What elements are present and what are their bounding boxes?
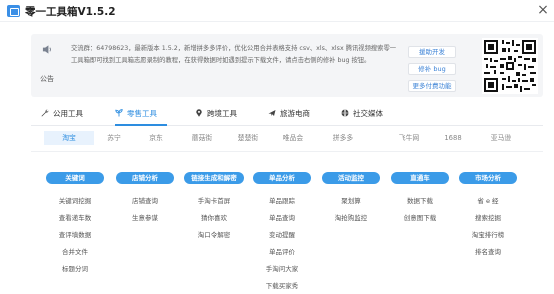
title-bar: 零一工具箱V1.5.2 × bbox=[0, 0, 554, 22]
ztc-column: 直通车 数据下载 创意图下载 bbox=[391, 172, 449, 227]
platform-amazon[interactable]: 亚马逊 bbox=[476, 131, 526, 145]
platform-jd[interactable]: 京东 bbox=[131, 131, 181, 145]
column-item[interactable]: 淘口令解密 bbox=[184, 227, 244, 244]
column-header[interactable]: 市场分析 bbox=[459, 172, 517, 184]
store-analysis-column: 店铺分析 店铺查询 生意参谋 bbox=[116, 172, 174, 227]
column-header[interactable]: 店铺分析 bbox=[116, 172, 174, 184]
column-item[interactable]: 变动提醒 bbox=[253, 227, 311, 244]
tab-public-tools[interactable]: 公用工具 bbox=[41, 108, 101, 126]
notice-text: 交流群：64798623，最新版本 1.5.2，新增拼多多评价，优化公用合并表格… bbox=[71, 45, 397, 64]
column-item[interactable]: 搜索挖掘 bbox=[459, 210, 517, 227]
activity-monitor-column: 活动监控 聚划算 淘抢购监控 bbox=[322, 172, 380, 227]
column-header[interactable]: 直通车 bbox=[391, 172, 449, 184]
market-analysis-column: 市场分析 省 e 经 搜索挖掘 淘宝排行榜 排名查询 bbox=[459, 172, 517, 261]
notice-label: 公告 bbox=[40, 75, 54, 83]
column-item[interactable]: 单品查询 bbox=[253, 210, 311, 227]
tool-tabs: 公用工具 零售工具 跨境工具 旅游电商 社交媒体 bbox=[31, 104, 543, 126]
tab-label: 旅游电商 bbox=[280, 109, 310, 118]
notice-header: 公告 bbox=[31, 34, 63, 97]
tab-travel-ecommerce[interactable]: 旅游电商 bbox=[268, 108, 324, 126]
platform-mogujie[interactable]: 蘑菇街 bbox=[177, 131, 227, 145]
globe-icon bbox=[341, 109, 349, 117]
platform-pinduoduo[interactable]: 拼多多 bbox=[318, 131, 368, 145]
tab-social-media[interactable]: 社交媒体 bbox=[341, 108, 393, 126]
app-logo-icon bbox=[7, 5, 20, 17]
tab-retail-tools[interactable]: 零售工具 bbox=[115, 108, 167, 126]
platform-taobao[interactable]: 淘宝 bbox=[44, 131, 94, 145]
column-header[interactable]: 活动监控 bbox=[322, 172, 380, 184]
donate-button[interactable]: 援助开发 bbox=[408, 46, 456, 58]
column-item[interactable]: 淘抢购监控 bbox=[322, 210, 380, 227]
column-item[interactable]: 手淘问大家 bbox=[253, 261, 311, 278]
fix-bug-button[interactable]: 修补 bug bbox=[408, 63, 456, 75]
column-item[interactable]: 手淘卡首屏 bbox=[184, 193, 244, 210]
column-item[interactable]: 创意图下载 bbox=[391, 210, 449, 227]
column-item[interactable]: 查评填数据 bbox=[46, 227, 104, 244]
qr-code bbox=[482, 38, 538, 94]
tab-label: 公用工具 bbox=[53, 109, 83, 118]
tab-label: 跨境工具 bbox=[207, 109, 237, 118]
link-column: 链接生成和解密 手淘卡首屏 猜你喜欢 淘口令解密 bbox=[184, 172, 244, 244]
platform-vip[interactable]: 唯品会 bbox=[268, 131, 318, 145]
tab-cross-border-tools[interactable]: 跨境工具 bbox=[195, 108, 247, 126]
window-title: 零一工具箱V1.5.2 bbox=[25, 6, 116, 18]
section-divider bbox=[31, 151, 543, 152]
wrench-icon bbox=[41, 109, 49, 117]
close-button[interactable]: × bbox=[535, 2, 551, 18]
column-item[interactable]: 标题分词 bbox=[46, 261, 104, 278]
column-item[interactable]: 单品评价 bbox=[253, 244, 311, 261]
location-pin-icon bbox=[196, 109, 202, 117]
column-header[interactable]: 单品分析 bbox=[253, 172, 311, 184]
sprout-icon bbox=[115, 109, 123, 117]
column-item[interactable]: 单品跟踪 bbox=[253, 193, 311, 210]
tab-label: 零售工具 bbox=[127, 109, 157, 118]
paid-features-button[interactable]: 更多付费功能 bbox=[408, 80, 456, 92]
column-item[interactable]: 生意参谋 bbox=[116, 210, 174, 227]
column-item[interactable]: 下载买家秀 bbox=[253, 278, 311, 294]
speaker-icon bbox=[42, 45, 51, 54]
column-item[interactable]: 数据下载 bbox=[391, 193, 449, 210]
column-item[interactable]: 关键词挖掘 bbox=[46, 193, 104, 210]
column-item[interactable]: 合并文件 bbox=[46, 244, 104, 261]
item-analysis-column: 单品分析 单品跟踪 单品查询 变动提醒 单品评价 手淘问大家 下载买家秀 bbox=[253, 172, 311, 294]
keyword-column: 关键词 关键词挖掘 查看递车数 查评填数据 合并文件 标题分词 bbox=[46, 172, 104, 278]
column-item[interactable]: 淘宝排行榜 bbox=[459, 227, 517, 244]
airplane-icon bbox=[268, 110, 276, 116]
column-item[interactable]: 排名查询 bbox=[459, 244, 517, 261]
column-item[interactable]: 店铺查询 bbox=[116, 193, 174, 210]
column-header[interactable]: 关键词 bbox=[46, 172, 104, 184]
platform-feiniu[interactable]: 飞牛网 bbox=[384, 131, 434, 145]
platform-chuchujie[interactable]: 楚楚街 bbox=[223, 131, 273, 145]
column-item[interactable]: 猜你喜欢 bbox=[184, 210, 244, 227]
column-header[interactable]: 链接生成和解密 bbox=[184, 172, 244, 184]
column-item[interactable]: 查看递车数 bbox=[46, 210, 104, 227]
notice-panel: 公告 交流群：64798623，最新版本 1.5.2，新增拼多多评价，优化公用合… bbox=[31, 34, 543, 97]
tab-label: 社交媒体 bbox=[353, 109, 383, 118]
platform-1688[interactable]: 1688 bbox=[428, 131, 478, 145]
column-item[interactable]: 聚划算 bbox=[322, 193, 380, 210]
column-item[interactable]: 省 e 经 bbox=[459, 193, 517, 210]
